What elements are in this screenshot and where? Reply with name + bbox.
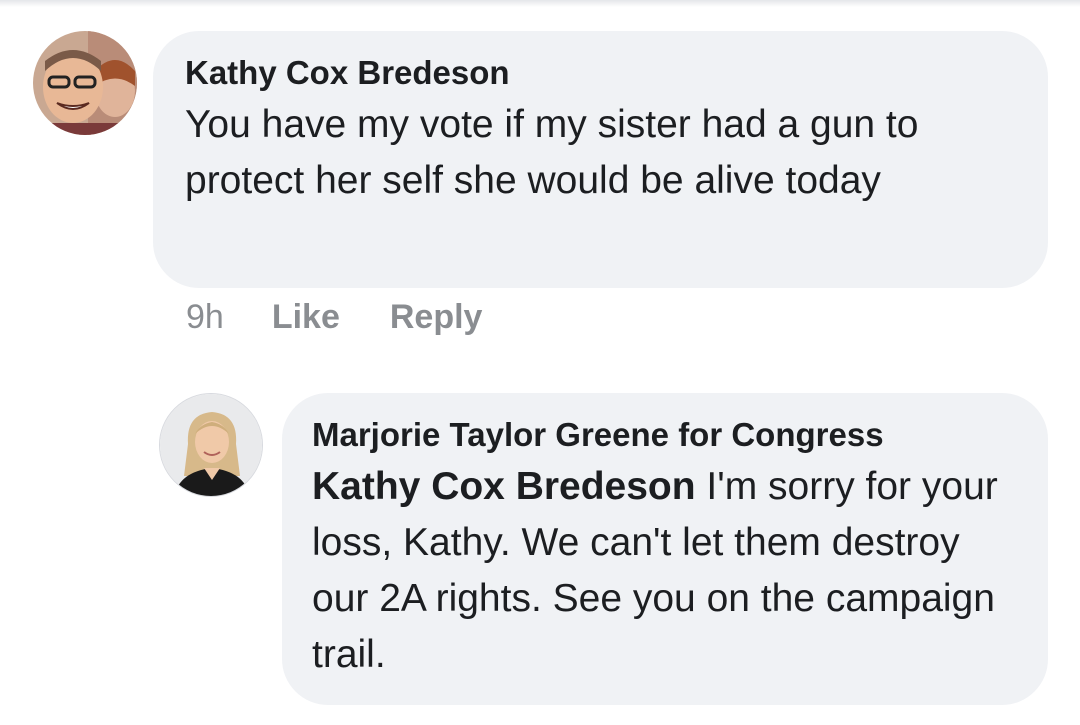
top-divider	[0, 0, 1080, 7]
comment-author[interactable]: Kathy Cox Bredeson	[185, 51, 1014, 95]
reply-author[interactable]: Marjorie Taylor Greene for Congress	[312, 413, 1014, 457]
reply-bubble: Marjorie Taylor Greene for Congress Kath…	[282, 393, 1048, 705]
avatar-photo-icon	[33, 31, 137, 135]
reply-button[interactable]: Reply	[390, 298, 483, 337]
avatar-photo-icon	[160, 394, 262, 496]
comment-timestamp[interactable]: 9h	[186, 298, 224, 337]
replier-avatar[interactable]	[159, 393, 263, 497]
mention-link[interactable]: Kathy Cox Bredeson	[312, 465, 696, 508]
reply-text: Kathy Cox Bredeson I'm sorry for your lo…	[312, 459, 1014, 683]
commenter-avatar[interactable]	[33, 31, 137, 135]
comment-bubble: Kathy Cox Bredeson You have my vote if m…	[153, 31, 1048, 288]
like-button[interactable]: Like	[272, 298, 340, 337]
comment-actions: 9h Like Reply	[186, 292, 482, 342]
comment-text: You have my vote if my sister had a gun …	[185, 103, 919, 202]
